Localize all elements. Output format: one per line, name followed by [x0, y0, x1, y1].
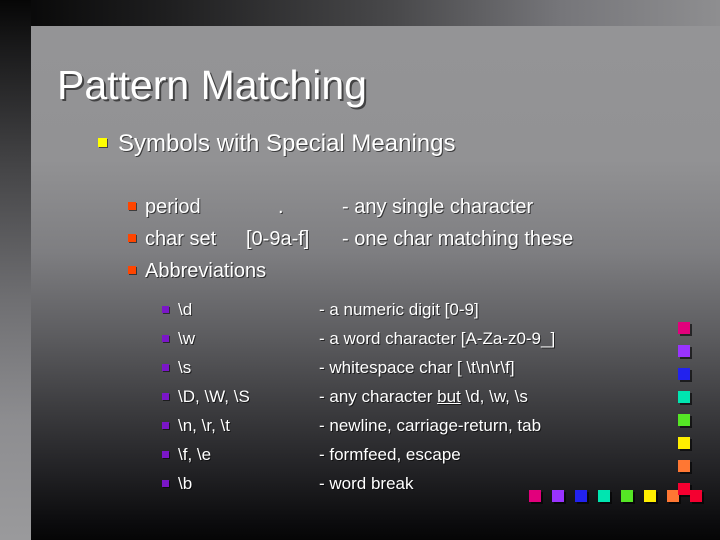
abbreviation-description-post: \d, \w, \s: [460, 387, 528, 406]
decorative-chip-vertical: [678, 483, 690, 495]
symbol-token: [0-9a-f]: [246, 228, 310, 250]
symbol-token: .: [278, 196, 284, 218]
abbreviations-label: Abbreviations: [145, 260, 267, 282]
abbreviation-row: \w - a word character [A-Za-z0-9_]: [162, 329, 555, 349]
bullet-square-purple-icon: [162, 335, 169, 343]
decorative-chip-horizontal: [575, 490, 587, 502]
bullet-square-orange-icon: [128, 201, 136, 210]
abbreviation-row: \s - whitespace char [ \t\n\r\f]: [162, 358, 515, 378]
symbol-description: - any single character: [342, 196, 534, 218]
slide: Pattern Matching Symbols with Special Me…: [0, 0, 720, 540]
abbreviation-row: \b - word break: [162, 474, 413, 494]
bullet-level1-symbols: Symbols with Special Meanings: [98, 130, 456, 158]
bullet-square-purple-icon: [162, 364, 169, 372]
decorative-chip-vertical: [678, 437, 690, 449]
symbol-term: period: [145, 196, 201, 218]
decorative-chip-vertical: [678, 460, 690, 472]
abbreviation-row: \n, \r, \t - newline, carriage-return, ta…: [162, 416, 541, 436]
decorative-chip-horizontal: [690, 490, 702, 502]
symbol-description: - one char matching these: [342, 228, 574, 250]
abbreviation-description: - a word character [A-Za-z0-9_]: [319, 329, 556, 348]
decorative-chip-vertical: [678, 414, 690, 426]
abbreviation-row: \d - a numeric digit [0-9]: [162, 300, 479, 320]
abbreviation-description-emphasis: but: [437, 387, 461, 406]
bullet-square-orange-icon: [128, 265, 136, 274]
bullet-square-yellow-icon: [98, 138, 107, 148]
abbreviation-row: \D, \W, \S - any character but \d, \w, \s: [162, 387, 528, 407]
bullet-level2-period: period. - any single character: [128, 196, 533, 219]
abbreviation-symbol: \b: [178, 474, 193, 493]
abbreviation-symbol: \f, \e: [178, 445, 212, 464]
decorative-chip-vertical: [678, 322, 690, 334]
bullet-square-purple-icon: [162, 422, 169, 430]
bullet-level1-label: Symbols with Special Meanings: [118, 130, 456, 157]
bullet-level2-charset: char set [0-9a-f] - one char matching thes…: [128, 228, 573, 251]
slide-frame-top: [0, 0, 720, 26]
abbreviation-description: - word break: [319, 474, 414, 493]
abbreviation-symbol: \d: [178, 300, 193, 319]
decorative-chip-vertical: [678, 368, 690, 380]
decorative-chip-vertical: [678, 345, 690, 357]
bullet-square-purple-icon: [162, 451, 169, 459]
decorative-chip-horizontal: [598, 490, 610, 502]
bullet-square-purple-icon: [162, 480, 169, 488]
decorative-chip-vertical: [678, 391, 690, 403]
slide-title: Pattern Matching: [57, 62, 367, 108]
abbreviation-description: - a numeric digit [0-9]: [319, 300, 479, 319]
decorative-chip-horizontal: [621, 490, 633, 502]
bullet-square-purple-icon: [162, 393, 169, 401]
abbreviation-description: - newline, carriage-return, tab: [319, 416, 542, 435]
abbreviation-description-pre: - any character: [319, 387, 438, 406]
decorative-chip-horizontal: [529, 490, 541, 502]
symbol-term: char set: [145, 228, 217, 250]
bullet-level2-abbreviations: Abbreviations: [128, 260, 266, 283]
abbreviation-description: - whitespace char [ \t\n\r\f]: [319, 358, 515, 377]
bullet-square-orange-icon: [128, 233, 136, 242]
abbreviation-symbol: \n, \r, \t: [178, 416, 230, 435]
bullet-square-purple-icon: [162, 306, 169, 314]
abbreviation-description: - formfeed, escape: [319, 445, 461, 464]
abbreviation-symbol: \s: [178, 358, 192, 377]
abbreviation-symbol: \D, \W, \S: [178, 387, 250, 406]
abbreviation-row: \f, \e - formfeed, escape: [162, 445, 461, 465]
decorative-chip-horizontal: [644, 490, 656, 502]
decorative-chip-horizontal: [552, 490, 564, 502]
slide-frame-left: [0, 0, 31, 540]
abbreviation-symbol: \w: [178, 329, 195, 348]
abbreviation-description: - any character but \d, \w, \s: [319, 387, 528, 407]
